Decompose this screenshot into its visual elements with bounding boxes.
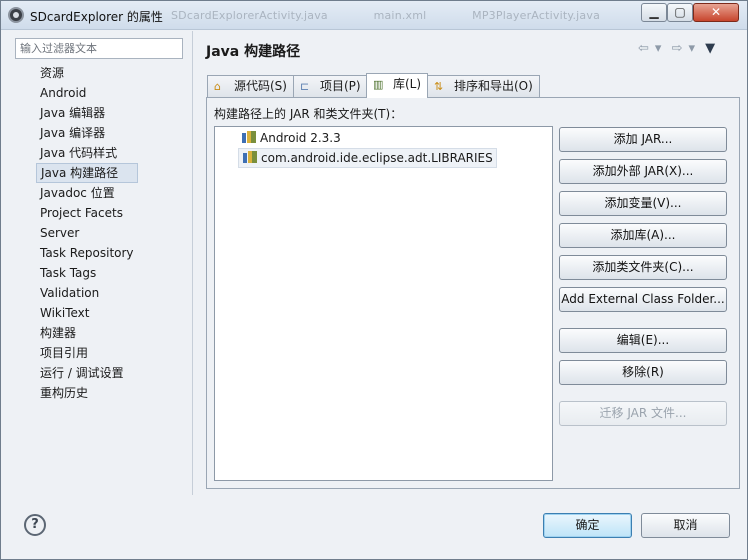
ghost-tab: main.xml <box>373 9 427 22</box>
properties-dialog: SDcardExplorer 的属性 SDcardExplorerActivit… <box>0 0 748 560</box>
tab-label: 排序和导出(O) <box>454 79 533 93</box>
library-icon: ▥ <box>373 78 384 91</box>
remove-button[interactable]: 移除(R) <box>559 360 727 385</box>
ok-button[interactable]: 确定 <box>543 513 632 538</box>
tab-projects[interactable]: ⊏ 项目(P) <box>293 75 368 97</box>
history-navigation: ⇦ ▾ ⇨ ▾ ▼ <box>638 41 721 56</box>
back-menu-icon[interactable]: ▾ <box>655 41 662 56</box>
tree-item-label: com.android.ide.eclipse.adt.LIBRARIES <box>261 151 493 165</box>
cancel-button[interactable]: 取消 <box>641 513 730 538</box>
nav-item-task-tags[interactable]: Task Tags <box>36 263 138 283</box>
library-icon <box>242 151 258 164</box>
library-tree[interactable]: Android 2.3.3 com.android.ide.eclipse.ad… <box>214 126 553 481</box>
nav-item-resource[interactable]: 资源 <box>36 63 138 83</box>
minimize-button[interactable]: ▁ <box>641 3 667 22</box>
nav-item-project-facets[interactable]: Project Facets <box>36 203 138 223</box>
ghost-tab: SDcardExplorerActivity.java <box>171 9 328 22</box>
property-page-list: 资源 Android Java 编辑器 Java 编译器 Java 代码样式 J… <box>36 63 138 403</box>
tab-label: 项目(P) <box>320 79 361 93</box>
close-button[interactable]: ✕ <box>693 3 739 22</box>
forward-menu-icon[interactable]: ▾ <box>688 41 695 56</box>
section-label: 构建路径上的 JAR 和类文件夹(T)： <box>214 107 403 121</box>
tree-item-selected[interactable]: com.android.ide.eclipse.adt.LIBRARIES <box>238 148 497 168</box>
window-title: SDcardExplorer 的属性 <box>30 10 163 24</box>
back-arrow-icon[interactable]: ⇦ <box>638 41 649 56</box>
nav-item-java-code-style[interactable]: Java 代码样式 <box>36 143 138 163</box>
sidebar-divider[interactable] <box>192 31 193 495</box>
tab-label: 源代码(S) <box>234 79 287 93</box>
nav-item-project-references[interactable]: 项目引用 <box>36 343 138 363</box>
edit-button[interactable]: 编辑(E)... <box>559 328 727 353</box>
background-editor-tabs: SDcardExplorerActivity.java main.xml MP3… <box>171 9 642 22</box>
tab-source[interactable]: ⌂ 源代码(S) <box>207 75 294 97</box>
nav-item-android[interactable]: Android <box>36 83 138 103</box>
tree-item[interactable]: Android 2.3.3 <box>238 128 344 148</box>
maximize-button[interactable]: ▢ <box>667 3 693 22</box>
tab-libraries[interactable]: ▥ 库(L) <box>366 73 429 98</box>
nav-item-wikitext[interactable]: WikiText <box>36 303 138 323</box>
page-title: Java 构建路径 <box>206 44 301 60</box>
add-jar-button[interactable]: 添加 JAR... <box>559 127 727 152</box>
project-icon: ⊏ <box>300 80 310 93</box>
nav-item-validation[interactable]: Validation <box>36 283 138 303</box>
add-variable-button[interactable]: 添加变量(V)... <box>559 191 727 216</box>
tab-label: 库(L) <box>393 77 422 91</box>
filter-input[interactable] <box>15 38 183 59</box>
ghost-tab: MP3PlayerActivity.java <box>472 9 601 22</box>
nav-item-run-debug-settings[interactable]: 运行 / 调试设置 <box>36 363 138 383</box>
help-icon[interactable]: ? <box>24 514 46 536</box>
tree-item-label: Android 2.3.3 <box>260 131 341 145</box>
nav-item-java-editor[interactable]: Java 编辑器 <box>36 103 138 123</box>
add-external-jar-button[interactable]: 添加外部 JAR(X)... <box>559 159 727 184</box>
add-external-class-folder-button[interactable]: Add External Class Folder... <box>559 287 727 312</box>
nav-item-builders[interactable]: 构建器 <box>36 323 138 343</box>
nav-item-server[interactable]: Server <box>36 223 138 243</box>
library-icon <box>241 131 257 144</box>
nav-item-javadoc-location[interactable]: Javadoc 位置 <box>36 183 138 203</box>
nav-item-task-repository[interactable]: Task Repository <box>36 243 138 263</box>
tab-order-export[interactable]: ⇅ 排序和导出(O) <box>427 75 540 97</box>
title-bar[interactable]: SDcardExplorer 的属性 SDcardExplorerActivit… <box>1 1 747 30</box>
add-library-button[interactable]: 添加库(A)... <box>559 223 727 248</box>
view-menu-icon[interactable]: ▼ <box>705 41 715 56</box>
eclipse-app-icon <box>8 7 24 23</box>
add-class-folder-button[interactable]: 添加类文件夹(C)... <box>559 255 727 280</box>
forward-arrow-icon[interactable]: ⇨ <box>672 41 683 56</box>
order-export-icon: ⇅ <box>434 80 444 93</box>
migrate-jar-button[interactable]: 迁移 JAR 文件... <box>559 401 727 426</box>
nav-item-java-build-path[interactable]: Java 构建路径 <box>36 163 138 183</box>
nav-item-java-compiler[interactable]: Java 编译器 <box>36 123 138 143</box>
source-folder-icon: ⌂ <box>214 80 221 93</box>
nav-item-refactoring-history[interactable]: 重构历史 <box>36 383 138 403</box>
